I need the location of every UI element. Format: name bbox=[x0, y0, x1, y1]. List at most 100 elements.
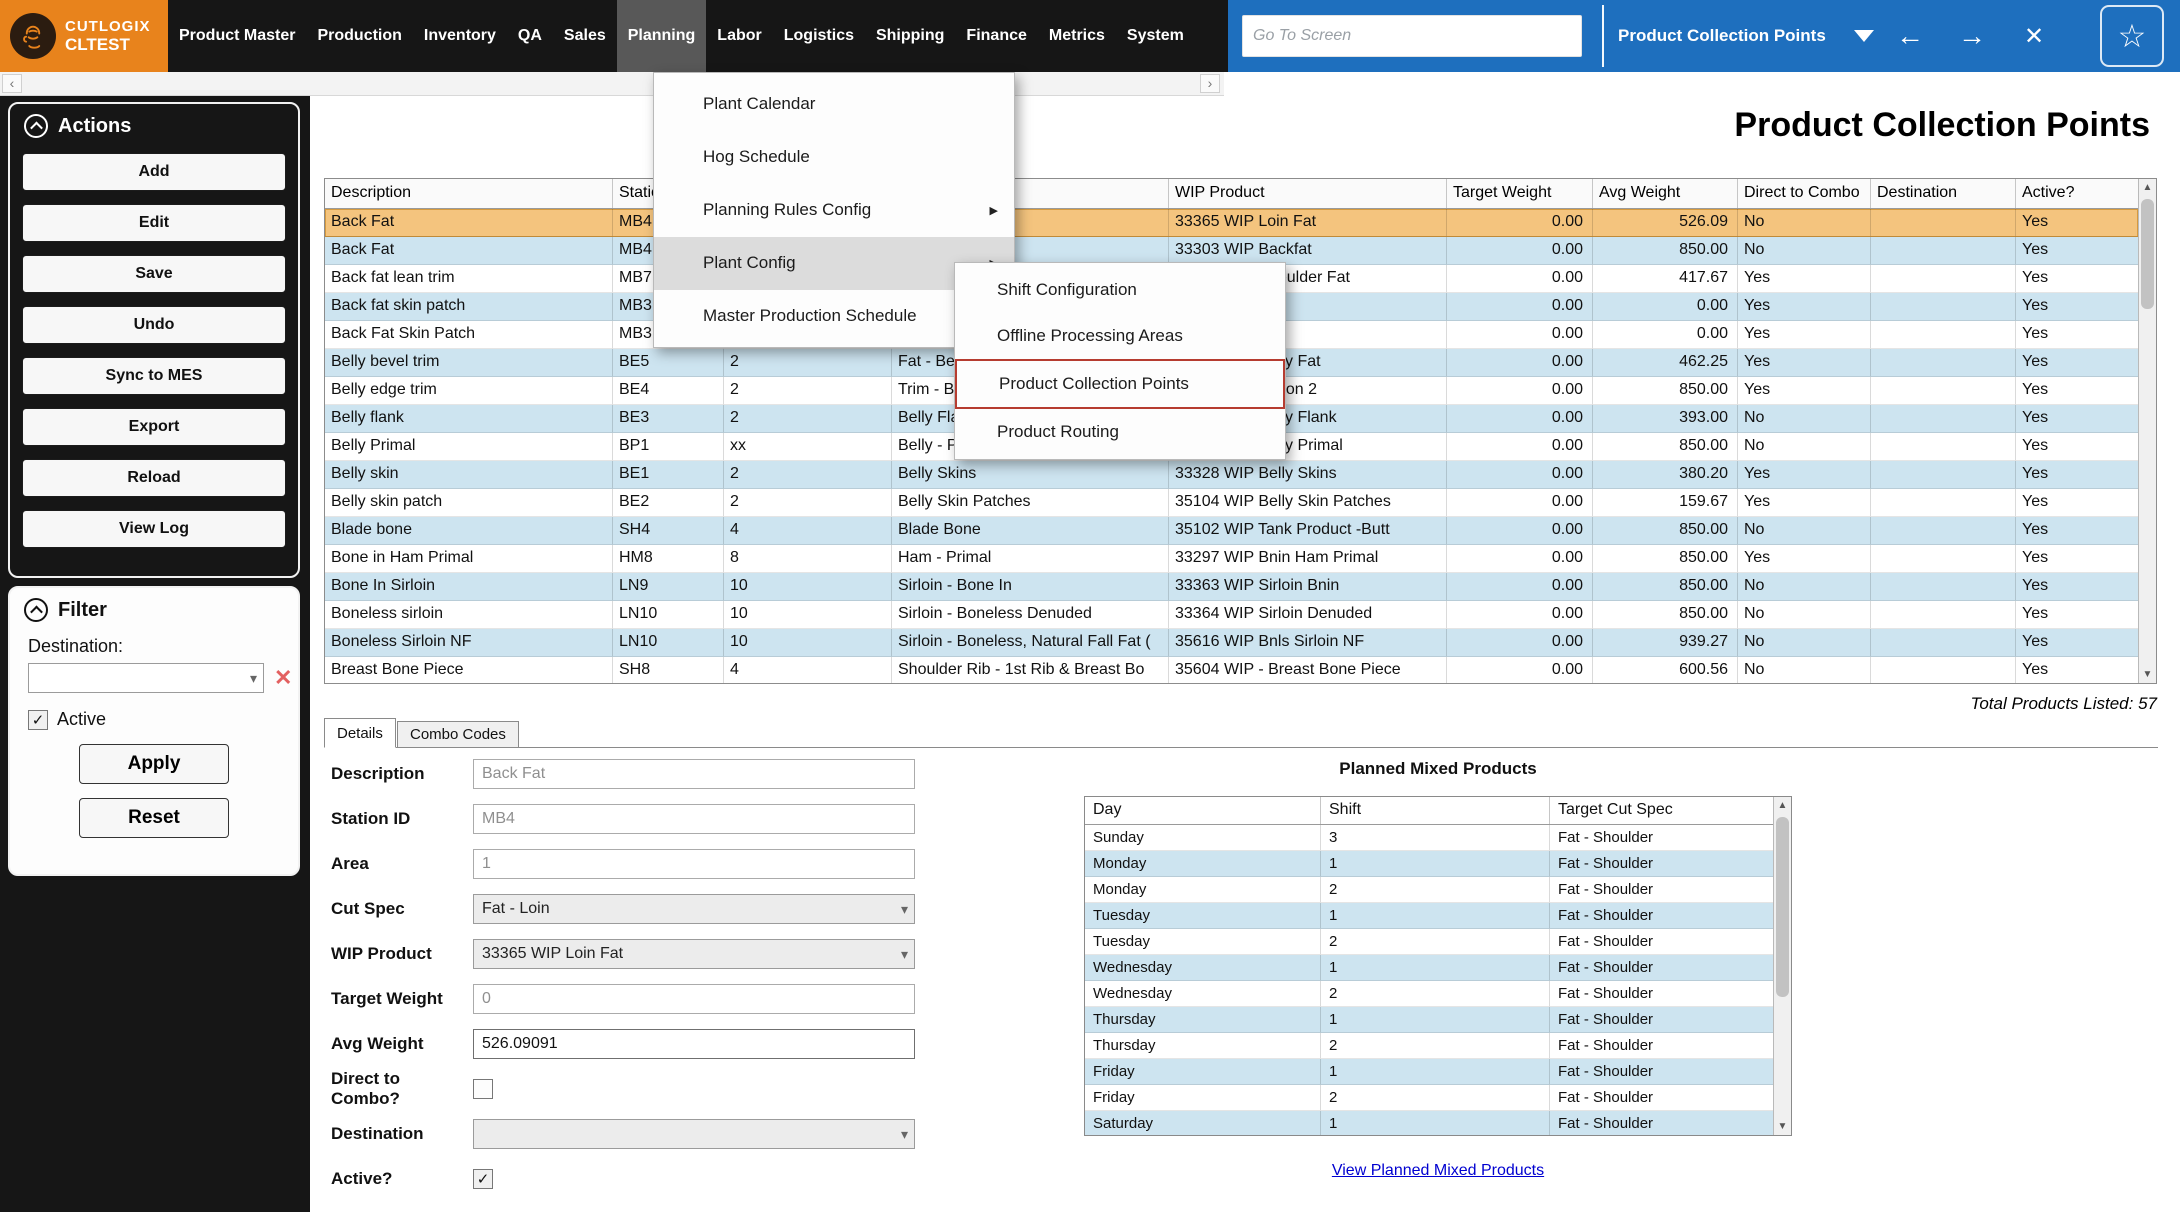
target-weight-input[interactable] bbox=[473, 984, 915, 1014]
wip-product-select[interactable]: 33365 WIP Loin Fat▾ bbox=[473, 939, 915, 969]
scroll-up-icon[interactable]: ▲ bbox=[1774, 797, 1791, 814]
mixed-column-header-day[interactable]: Day bbox=[1085, 797, 1321, 824]
active-checkbox[interactable]: ✓ bbox=[473, 1169, 493, 1189]
nav-item-qa[interactable]: QA bbox=[507, 0, 553, 72]
reset-button[interactable]: Reset bbox=[79, 798, 229, 838]
column-header-destination[interactable]: Destination bbox=[1871, 179, 2016, 208]
menu-item-plant-calendar[interactable]: Plant Calendar bbox=[654, 77, 1014, 130]
mixed-row[interactable]: Thursday1Fat - Shoulder bbox=[1085, 1007, 1773, 1033]
grid-cell: Blade bone bbox=[325, 517, 613, 545]
grid-row[interactable]: Breast Bone PieceSH84Shoulder Rib - 1st … bbox=[325, 657, 2138, 683]
grid-row[interactable]: Boneless sirloinLN1010Sirloin - Boneless… bbox=[325, 601, 2138, 629]
view-planned-mixed-link[interactable]: View Planned Mixed Products bbox=[1332, 1162, 1544, 1179]
scrollbar-thumb[interactable] bbox=[2141, 199, 2154, 309]
submenu-item-product-collection-points[interactable]: Product Collection Points bbox=[955, 359, 1285, 409]
nav-item-shipping[interactable]: Shipping bbox=[865, 0, 955, 72]
reload-button[interactable]: Reload bbox=[22, 459, 286, 497]
mixed-column-header-target-cut-spec[interactable]: Target Cut Spec bbox=[1550, 797, 1773, 824]
tab-scroll-right-icon[interactable]: › bbox=[1200, 74, 1220, 93]
save-button[interactable]: Save bbox=[22, 255, 286, 293]
destination-filter-select[interactable]: ▾ bbox=[28, 663, 264, 693]
grid-row[interactable]: Back FatMB41Fat - Loin33365 WIP Loin Fat… bbox=[325, 209, 2138, 237]
direct-to-combo-checkbox[interactable] bbox=[473, 1079, 493, 1099]
view-log-button[interactable]: View Log bbox=[22, 510, 286, 548]
mixed-row[interactable]: Monday2Fat - Shoulder bbox=[1085, 877, 1773, 903]
undo-button[interactable]: Undo bbox=[22, 306, 286, 344]
edit-button[interactable]: Edit bbox=[22, 204, 286, 242]
mixed-row[interactable]: Thursday2Fat - Shoulder bbox=[1085, 1033, 1773, 1059]
mixed-row[interactable]: Wednesday2Fat - Shoulder bbox=[1085, 981, 1773, 1007]
grid-row[interactable]: Bone in Ham PrimalHM88Ham - Primal33297 … bbox=[325, 545, 2138, 573]
column-header-avg-weight[interactable]: Avg Weight bbox=[1593, 179, 1738, 208]
grid-row[interactable]: Blade boneSH44Blade Bone35102 WIP Tank P… bbox=[325, 517, 2138, 545]
area-input[interactable] bbox=[473, 849, 915, 879]
description-input[interactable] bbox=[473, 759, 915, 789]
mixed-row[interactable]: Friday2Fat - Shoulder bbox=[1085, 1085, 1773, 1111]
mixed-row[interactable]: Wednesday1Fat - Shoulder bbox=[1085, 955, 1773, 981]
scroll-up-icon[interactable]: ▲ bbox=[2139, 179, 2156, 196]
nav-item-labor[interactable]: Labor bbox=[706, 0, 772, 72]
column-header-direct-to-combo[interactable]: Direct to Combo bbox=[1738, 179, 1871, 208]
add-button[interactable]: Add bbox=[22, 153, 286, 191]
grid-row[interactable]: Belly skinBE12Belly Skins33328 WIP Belly… bbox=[325, 461, 2138, 489]
mixed-row[interactable]: Sunday3Fat - Shoulder bbox=[1085, 825, 1773, 851]
tab-combo-codes[interactable]: Combo Codes bbox=[397, 721, 519, 748]
sync-to-mes-button[interactable]: Sync to MES bbox=[22, 357, 286, 395]
apply-button[interactable]: Apply bbox=[79, 744, 229, 784]
screen-selector-dropdown[interactable]: Product Collection Points bbox=[1618, 0, 1874, 72]
mixed-cell: Wednesday bbox=[1085, 955, 1321, 981]
column-header-wip-product[interactable]: WIP Product bbox=[1169, 179, 1447, 208]
station-id-input[interactable] bbox=[473, 804, 915, 834]
scroll-down-icon[interactable]: ▼ bbox=[2139, 666, 2156, 683]
nav-item-inventory[interactable]: Inventory bbox=[413, 0, 507, 72]
nav-item-sales[interactable]: Sales bbox=[553, 0, 617, 72]
grid-scrollbar[interactable]: ▲ ▼ bbox=[2138, 179, 2156, 683]
mixed-column-header-shift[interactable]: Shift bbox=[1321, 797, 1550, 824]
column-header-description[interactable]: Description bbox=[325, 179, 613, 208]
mixed-row[interactable]: Tuesday1Fat - Shoulder bbox=[1085, 903, 1773, 929]
submenu-item-shift-configuration[interactable]: Shift Configuration bbox=[955, 267, 1285, 313]
nav-item-planning[interactable]: Planning bbox=[617, 0, 707, 72]
mixed-row[interactable]: Tuesday2Fat - Shoulder bbox=[1085, 929, 1773, 955]
collapse-actions-icon[interactable] bbox=[24, 114, 48, 138]
forward-arrow-icon[interactable]: → bbox=[1950, 0, 1994, 72]
mixed-scrollbar[interactable]: ▲ ▼ bbox=[1773, 797, 1791, 1135]
mixed-row[interactable]: Friday1Fat - Shoulder bbox=[1085, 1059, 1773, 1085]
column-header-target-weight[interactable]: Target Weight bbox=[1447, 179, 1593, 208]
scrollbar-thumb[interactable] bbox=[1776, 817, 1789, 997]
avg-weight-input[interactable] bbox=[473, 1029, 915, 1059]
mixed-cell: Fat - Shoulder bbox=[1550, 903, 1773, 929]
nav-item-product-master[interactable]: Product Master bbox=[168, 0, 306, 72]
clear-filter-icon[interactable]: ✕ bbox=[274, 665, 292, 691]
grid-row[interactable]: Bone In SirloinLN910Sirloin - Bone In333… bbox=[325, 573, 2138, 601]
menu-item-planning-rules-config[interactable]: Planning Rules Config▶ bbox=[654, 183, 1014, 236]
tab-scroll-left-icon[interactable]: ‹ bbox=[2, 74, 22, 93]
export-button[interactable]: Export bbox=[22, 408, 286, 446]
nav-item-production[interactable]: Production bbox=[306, 0, 412, 72]
grid-cell: Yes bbox=[1738, 545, 1871, 573]
mixed-row[interactable]: Saturday1Fat - Shoulder bbox=[1085, 1111, 1773, 1135]
nav-item-logistics[interactable]: Logistics bbox=[773, 0, 865, 72]
nav-item-finance[interactable]: Finance bbox=[955, 0, 1037, 72]
active-filter-checkbox[interactable]: ✓ bbox=[28, 710, 48, 730]
collapse-filter-icon[interactable] bbox=[24, 598, 48, 622]
mixed-row[interactable]: Monday1Fat - Shoulder bbox=[1085, 851, 1773, 877]
back-arrow-icon[interactable]: ← bbox=[1888, 0, 1932, 72]
cut-spec-select[interactable]: Fat - Loin▾ bbox=[473, 894, 915, 924]
scroll-down-icon[interactable]: ▼ bbox=[1774, 1118, 1791, 1135]
column-header-active[interactable]: Active? bbox=[2016, 179, 2138, 208]
close-icon[interactable]: ✕ bbox=[2012, 0, 2056, 72]
tab-details[interactable]: Details bbox=[324, 718, 396, 748]
destination-select[interactable]: ▾ bbox=[473, 1119, 915, 1149]
grid-row[interactable]: Boneless Sirloin NFLN1010Sirloin - Bonel… bbox=[325, 629, 2138, 657]
grid-row[interactable]: Belly skin patchBE22Belly Skin Patches35… bbox=[325, 489, 2138, 517]
grid-row[interactable]: Back FatMB433303 WIP Backfat0.00850.00No… bbox=[325, 237, 2138, 265]
nav-item-system[interactable]: System bbox=[1116, 0, 1195, 72]
menu-item-hog-schedule[interactable]: Hog Schedule bbox=[654, 130, 1014, 183]
go-to-screen-input[interactable] bbox=[1242, 15, 1582, 57]
submenu-item-product-routing[interactable]: Product Routing bbox=[955, 409, 1285, 455]
favorite-star-button[interactable]: ☆ bbox=[2100, 5, 2164, 67]
grid-cell: 850.00 bbox=[1593, 601, 1738, 629]
nav-item-metrics[interactable]: Metrics bbox=[1038, 0, 1116, 72]
submenu-item-offline-processing-areas[interactable]: Offline Processing Areas bbox=[955, 313, 1285, 359]
